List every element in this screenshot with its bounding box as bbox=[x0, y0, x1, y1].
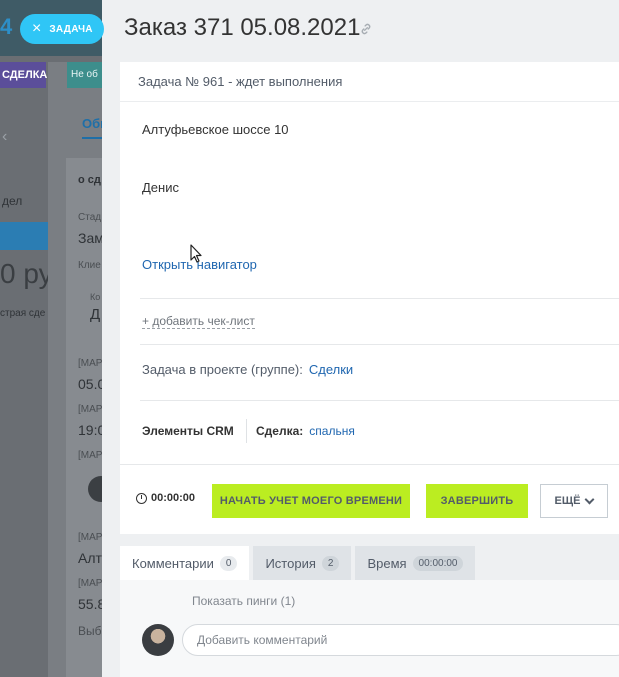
background-text: страя сде bbox=[0, 308, 46, 319]
close-slider-button[interactable]: × ЗАДАЧА bbox=[20, 14, 104, 44]
project-link[interactable]: Сделки bbox=[309, 362, 353, 377]
background-text: Ко bbox=[90, 292, 101, 302]
task-description-line: Денис bbox=[142, 180, 179, 195]
task-slider: Заказ 371 05.08.2021 Задача № 961 - ждет… bbox=[102, 0, 619, 677]
background-text: Зам bbox=[78, 230, 102, 246]
more-label: ЕЩЁ bbox=[554, 495, 581, 507]
crm-separator bbox=[246, 419, 247, 443]
background-text: [МАР bbox=[78, 578, 102, 589]
tab-comments[interactable]: Комментарии 0 bbox=[120, 546, 250, 580]
background-text: Выбр bbox=[78, 624, 102, 638]
divider bbox=[140, 298, 619, 299]
slider-title: Заказ 371 05.08.2021 bbox=[124, 14, 361, 41]
task-tabs: Комментарии 0 История 2 Время 00:00:00 bbox=[120, 546, 479, 580]
background-text: Стад bbox=[78, 212, 102, 223]
timer-value: 00:00:00 bbox=[151, 492, 196, 504]
background-text: 05.0 bbox=[78, 376, 102, 392]
crm-deal-label: Сделка: bbox=[256, 424, 304, 438]
background-amount: 0 руб bbox=[0, 258, 48, 289]
tab-label: История bbox=[265, 555, 316, 571]
tab-time[interactable]: Время 00:00:00 bbox=[355, 546, 476, 580]
close-slider-label: ЗАДАЧА bbox=[49, 23, 93, 35]
add-checklist-label: + добавить чек-лист bbox=[142, 314, 255, 329]
background-bar bbox=[0, 222, 48, 250]
task-description-line: Алтуфьевское шоссе 10 bbox=[142, 122, 289, 137]
tab-label: Комментарии bbox=[132, 555, 214, 571]
divider bbox=[140, 400, 619, 401]
avatar bbox=[142, 624, 174, 656]
add-comment-input[interactable] bbox=[182, 624, 619, 656]
background-number: 4 bbox=[0, 14, 13, 39]
crm-deal-link[interactable]: спальня bbox=[309, 424, 355, 438]
background-text: Д bbox=[90, 306, 101, 323]
show-pings-link[interactable]: Показать пинги (1) bbox=[192, 594, 295, 608]
background-deal-button: СДЕЛКА bbox=[0, 62, 47, 88]
tab-count: 0 bbox=[219, 555, 238, 571]
comments-section: Показать пинги (1) bbox=[120, 580, 619, 677]
mouse-cursor-icon bbox=[190, 244, 202, 263]
task-card: Задача № 961 - ждет выполнения Алтуфьевс… bbox=[120, 62, 619, 534]
background-status: Не об bbox=[67, 62, 102, 88]
divider bbox=[140, 344, 619, 345]
background-text: [МАР bbox=[78, 358, 102, 369]
tab-label: Время bbox=[367, 555, 407, 571]
background-text: Клие bbox=[78, 260, 101, 271]
more-button[interactable]: ЕЩЁ bbox=[540, 484, 608, 518]
background-text: [МАР bbox=[78, 532, 102, 543]
crm-deal: Сделка: спальня bbox=[256, 424, 355, 438]
crm-elements-label: Элементы CRM bbox=[142, 424, 234, 438]
project-label: Задача в проекте (группе): bbox=[142, 362, 303, 377]
background-back-icon: ‹ bbox=[2, 128, 8, 145]
tab-count: 00:00:00 bbox=[412, 555, 464, 571]
tab-count: 2 bbox=[321, 555, 340, 571]
finish-task-button[interactable]: ЗАВЕРШИТЬ bbox=[426, 484, 528, 518]
background-text: дел bbox=[2, 194, 23, 208]
chevron-down-icon bbox=[585, 494, 595, 504]
background-tab: Общ bbox=[82, 116, 102, 139]
background-text: 19:0 bbox=[78, 422, 102, 438]
add-checklist-link[interactable]: + добавить чек-лист bbox=[142, 314, 255, 329]
task-timer: 00:00:00 bbox=[136, 492, 195, 504]
tab-history[interactable]: История 2 bbox=[253, 546, 352, 580]
task-project: Задача в проекте (группе): Сделки bbox=[142, 362, 353, 377]
task-actions: 00:00:00 НАЧАТЬ УЧЕТ МОЕГО ВРЕМЕНИ ЗАВЕР… bbox=[120, 464, 619, 534]
clock-icon bbox=[136, 492, 147, 504]
copy-link-icon[interactable] bbox=[359, 22, 373, 36]
start-time-tracking-button[interactable]: НАЧАТЬ УЧЕТ МОЕГО ВРЕМЕНИ bbox=[212, 484, 410, 518]
background-text: [МАР bbox=[78, 450, 102, 461]
background-text: о сд bbox=[78, 174, 101, 186]
background-text: Алт bbox=[78, 550, 102, 566]
background-text: [МАР bbox=[78, 404, 102, 415]
close-icon: × bbox=[32, 20, 42, 37]
task-header: Задача № 961 - ждет выполнения bbox=[120, 62, 619, 102]
background-text: 55.8 bbox=[78, 596, 102, 612]
